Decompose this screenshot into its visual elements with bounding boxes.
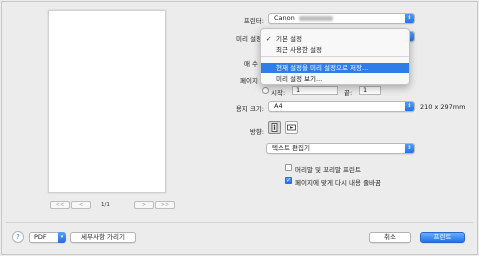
menu-item-save-as-preset[interactable]: 현재 설정을 미리 설정으로 저장... bbox=[261, 63, 409, 73]
header-footer-label: 머리말 및 꼬리말 프린트 bbox=[295, 166, 361, 174]
help-button[interactable]: ? bbox=[12, 231, 24, 243]
menu-item-default[interactable]: ✓ 기본 설정 bbox=[261, 34, 409, 44]
cancel-button[interactable]: 취소 bbox=[369, 232, 411, 243]
presets-menu: ✓ 기본 설정 최근 사용한 설정 현재 설정을 미리 설정으로 저장... 미… bbox=[260, 28, 410, 85]
copies-label: 매 수 bbox=[243, 60, 258, 68]
menu-separator bbox=[261, 56, 409, 57]
menu-item-label: 기본 설정 bbox=[276, 35, 302, 43]
menu-item-label: 최근 사용한 설정 bbox=[276, 46, 322, 54]
last-page-button[interactable]: >> bbox=[155, 201, 175, 209]
printer-value: Canon bbox=[274, 14, 295, 22]
presets-label: 미리 설정 bbox=[236, 35, 262, 43]
popup-arrows-icon: ⇕ bbox=[405, 102, 414, 111]
hide-details-button[interactable]: 세부사항 가리기 bbox=[70, 232, 136, 243]
menu-item-label: 미리 설정 보기... bbox=[276, 75, 323, 83]
page-preview bbox=[48, 10, 166, 193]
first-page-icon: << bbox=[55, 202, 65, 208]
page-counter: 1/1 bbox=[101, 202, 110, 208]
pages-to-label: 끝: bbox=[344, 89, 353, 97]
checkmark-icon: ✓ bbox=[286, 177, 292, 184]
popup-arrows-icon: ⇕ bbox=[405, 144, 414, 153]
section-popup[interactable]: 텍스트 편집기 ⇕ bbox=[266, 143, 415, 154]
menu-item-last-used[interactable]: 최근 사용한 설정 bbox=[261, 45, 409, 55]
portrait-icon bbox=[271, 123, 278, 132]
pdf-label: PDF bbox=[34, 233, 47, 241]
paper-size-label: 용지 크기: bbox=[235, 105, 264, 113]
next-page-icon: > bbox=[141, 202, 147, 208]
previous-page-icon: < bbox=[78, 202, 84, 208]
portrait-orientation-button[interactable] bbox=[268, 121, 281, 134]
landscape-orientation-button[interactable] bbox=[285, 121, 298, 134]
printer-model-redacted bbox=[298, 15, 333, 21]
pages-from-label: 시작: bbox=[271, 89, 286, 97]
popup-arrows-icon: ⇕ bbox=[405, 14, 414, 23]
pages-from-input[interactable]: 1 bbox=[292, 86, 338, 95]
next-page-button[interactable]: > bbox=[134, 201, 154, 209]
pdf-menu-button[interactable]: PDF ▾ bbox=[29, 232, 66, 243]
menu-item-show-presets[interactable]: 미리 설정 보기... bbox=[261, 74, 409, 84]
footer-divider bbox=[6, 222, 473, 223]
pages-to-input[interactable]: 1 bbox=[359, 86, 381, 95]
printer-popup[interactable]: Canon ⇕ bbox=[268, 13, 415, 24]
printer-label: 프린터: bbox=[243, 17, 264, 25]
paper-size-value: A4 bbox=[274, 102, 283, 110]
section-popup-value: 텍스트 편집기 bbox=[272, 144, 310, 152]
landscape-icon bbox=[287, 124, 296, 131]
first-page-button[interactable]: << bbox=[50, 201, 70, 209]
checkmark-icon: ✓ bbox=[266, 35, 272, 43]
help-icon: ? bbox=[16, 233, 20, 241]
rewrap-label: 페이지에 맞게 다시 내용 줄바꿈 bbox=[295, 179, 382, 187]
header-footer-checkbox[interactable] bbox=[285, 164, 292, 171]
print-button[interactable]: 프린트 bbox=[420, 232, 465, 243]
paper-dimensions: 210 x 297mm bbox=[420, 103, 466, 111]
menu-item-label: 현재 설정을 미리 설정으로 저장... bbox=[276, 64, 369, 72]
rewrap-checkbox[interactable]: ✓ bbox=[285, 177, 292, 184]
pages-label: 페이지 bbox=[240, 77, 258, 85]
last-page-icon: >> bbox=[160, 202, 170, 208]
pages-range-radio[interactable] bbox=[262, 87, 269, 94]
chevron-down-icon: ▾ bbox=[58, 232, 66, 243]
previous-page-button[interactable]: < bbox=[71, 201, 91, 209]
paper-size-popup[interactable]: A4 ⇕ bbox=[268, 101, 415, 112]
orientation-label: 방향: bbox=[249, 128, 264, 136]
